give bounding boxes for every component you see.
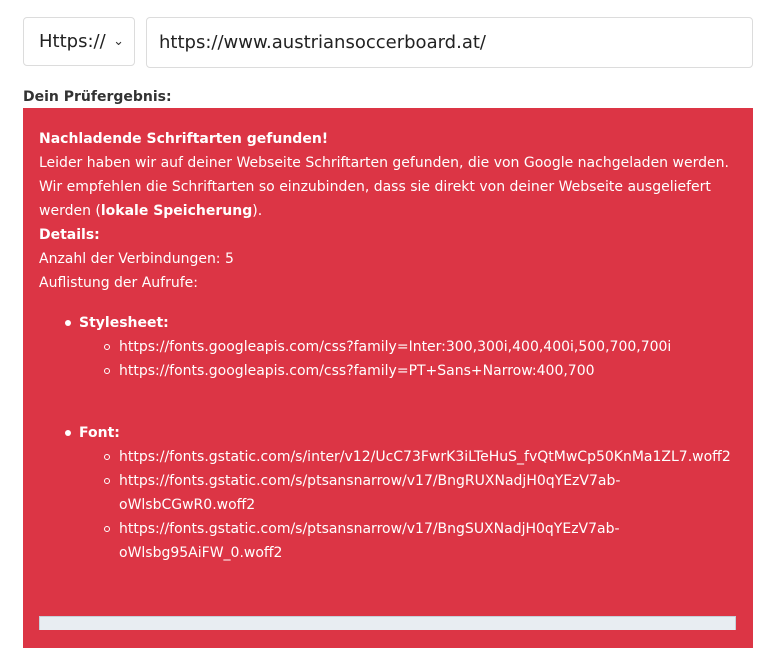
details-heading: Details: [39, 227, 100, 243]
details-block: Details: Anzahl der Verbindungen: 5 Aufl… [39, 223, 737, 295]
result-message: Nachladende Schriftarten gefunden! Leide… [39, 127, 737, 223]
url-input[interactable]: https://www.austriansoccerboard.at/ [146, 17, 753, 68]
list-item: https://fonts.googleapis.com/css?family=… [103, 359, 737, 383]
group-font: Font: https://fonts.gstatic.com/s/inter/… [63, 421, 737, 565]
group-title: Font: [79, 425, 120, 441]
result-label: Dein Prüfergebnis: [23, 89, 172, 105]
chevron-down-icon: ⌄ [113, 34, 124, 49]
protocol-select[interactable]: Https:// ⌄ [23, 17, 135, 66]
calls-label: Auflistung der Aufrufe: [39, 275, 198, 291]
list-item: https://fonts.gstatic.com/s/inter/v12/Uc… [103, 445, 737, 469]
connections-count: Anzahl der Verbindungen: 5 [39, 251, 234, 267]
result-alert-panel: Nachladende Schriftarten gefunden! Leide… [23, 108, 753, 648]
font-url-list: https://fonts.gstatic.com/s/inter/v12/Uc… [79, 445, 737, 565]
result-text-after: ). [252, 203, 263, 219]
list-item: https://fonts.gstatic.com/s/ptsansnarrow… [103, 517, 737, 565]
list-item: https://fonts.gstatic.com/s/ptsansnarrow… [103, 469, 737, 517]
result-bold-text: lokale Speicherung [100, 203, 253, 219]
calls-list: Stylesheet: https://fonts.googleapis.com… [39, 311, 737, 565]
list-item: https://fonts.googleapis.com/css?family=… [103, 335, 737, 359]
stylesheet-url-list: https://fonts.googleapis.com/css?family=… [79, 335, 737, 383]
group-stylesheet: Stylesheet: https://fonts.googleapis.com… [63, 311, 737, 421]
protocol-select-value: Https:// [39, 31, 106, 52]
result-heading: Nachladende Schriftarten gefunden! [39, 131, 329, 147]
group-title: Stylesheet: [79, 315, 169, 331]
url-input-value: https://www.austriansoccerboard.at/ [159, 32, 486, 53]
